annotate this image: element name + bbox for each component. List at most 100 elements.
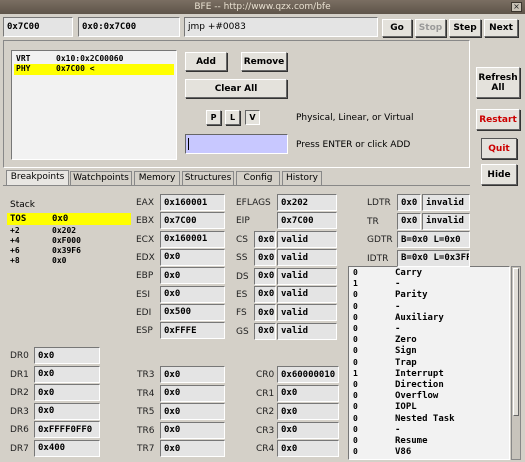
breakpoint-item-selected[interactable]: PHY 0x7C00 < (14, 64, 174, 75)
flag-bit: 0 (353, 436, 358, 445)
breakpoint-list[interactable]: VRT 0x10:0x2C00060 PHY 0x7C00 < (11, 50, 177, 160)
gpr-field-edi[interactable]: 0x500 (160, 303, 225, 321)
flag-row: 0 V86 (353, 447, 503, 458)
flags-list[interactable]: 0 Carry 1-0 Parity 0-0 Auxiliary 0-0 Zero 0 Sign 0… (348, 266, 510, 460)
hide-button[interactable]: Hide (481, 164, 517, 185)
mode-virtual-button[interactable]: V (245, 110, 260, 125)
flag-name: Interrupt (395, 368, 444, 379)
mode-physical-button[interactable]: P (206, 110, 221, 125)
seg-field-fs[interactable]: 0x0 (254, 304, 276, 322)
dr-field-dr1[interactable]: 0x0 (34, 365, 100, 383)
tab-memory[interactable]: Memory (134, 171, 180, 185)
dr-field-dr7[interactable]: 0x400 (34, 439, 100, 457)
tr-field-tr6[interactable]: 0x0 (160, 421, 225, 439)
tr-field-tr5[interactable]: 0x0 (160, 403, 225, 420)
dr-field-dr0[interactable]: 0x0 (34, 347, 100, 364)
gpr-field-edx[interactable]: 0x0 (160, 248, 225, 266)
breakpoint-address-input[interactable] (185, 134, 288, 154)
seg-field-ds[interactable]: 0x0 (254, 267, 276, 285)
stack-offset: TOS (10, 214, 27, 224)
window-titlebar[interactable]: BFE -- http://www.qzx.com/bfe (0, 0, 525, 14)
cr-label: CR2 (256, 407, 275, 417)
flag-row: 0 Auxiliary (353, 313, 503, 324)
tab-structures[interactable]: Structures (182, 171, 234, 185)
flag-row: 0 Resume (353, 436, 503, 447)
tr-field-tr7[interactable]: 0x0 (160, 440, 225, 457)
cr-field-cr1[interactable]: 0x0 (277, 384, 339, 402)
quit-button[interactable]: Quit (481, 138, 517, 159)
flag-name: - (395, 324, 401, 334)
sys-field-gdtr[interactable]: B=0x0 L=0x0 (397, 231, 470, 249)
tr-label: TR4 (137, 388, 155, 399)
seg-status: valid (277, 304, 337, 322)
stack-row: +8 0x0 (10, 256, 66, 265)
breakpoint-item[interactable]: VRT 0x10:0x2C00060 (16, 54, 174, 64)
gpr-label: EBX (136, 216, 155, 227)
restart-button[interactable]: Restart (476, 109, 520, 130)
flag-bit: 0 (353, 402, 358, 412)
next-button[interactable]: Next (484, 19, 518, 37)
flag-row: 0 Parity (353, 290, 503, 301)
eflags-label: EFLAGS (236, 198, 271, 208)
cr-field-cr4[interactable]: 0x0 (277, 440, 339, 457)
cr-field-cr0[interactable]: 0x60000010 (277, 366, 339, 383)
tab-divider (3, 185, 470, 186)
cr-field-cr2[interactable]: 0x0 (277, 403, 339, 420)
seg-field-es[interactable]: 0x0 (254, 285, 276, 303)
gpr-field-eax[interactable]: 0x160001 (160, 194, 225, 211)
mode-linear-button[interactable]: L (225, 110, 240, 125)
gpr-label: ESI (136, 289, 151, 300)
gpr-field-ecx[interactable]: 0x160001 (160, 230, 225, 248)
breakpoint-value: 0x7C00 < (56, 64, 95, 73)
eip-field[interactable]: 0x7C00 (277, 212, 337, 229)
tr-field-tr4[interactable]: 0x0 (160, 384, 225, 402)
seg-field-gs[interactable]: 0x0 (254, 322, 276, 340)
sys-field-idtr[interactable]: B=0x0 L=0x3FF (397, 249, 470, 267)
address-field[interactable]: 0x7C00 (3, 17, 73, 37)
dr-field-dr3[interactable]: 0x0 (34, 402, 100, 420)
flags-scrollbar[interactable] (511, 266, 521, 460)
flag-bit: 0 (353, 268, 358, 277)
eip-label: EIP (236, 216, 250, 226)
tab-breakpoints[interactable]: Breakpoints (6, 170, 69, 186)
refresh-all-button[interactable]: Refresh All (476, 67, 520, 98)
flag-name: Auxiliary (395, 312, 444, 323)
sys-field-tr[interactable]: 0x0 (397, 212, 421, 230)
gpr-label: EDI (136, 307, 152, 318)
gpr-label: EBP (136, 271, 154, 282)
sys-field-ldtr[interactable]: 0x0 (397, 194, 421, 211)
seg-field-ss[interactable]: 0x0 (254, 249, 276, 267)
flag-bit: 0 (353, 424, 358, 434)
gpr-field-esi[interactable]: 0x0 (160, 285, 225, 303)
tab-history[interactable]: History (282, 171, 322, 185)
flag-bit: 0 (353, 335, 358, 345)
segment-address-field[interactable]: 0x0:0x7C00 (78, 17, 180, 37)
scrollbar-thumb[interactable] (513, 268, 519, 416)
tab-watchpoints[interactable]: Watchpoints (70, 171, 132, 185)
gpr-field-ebx[interactable]: 0x7C00 (160, 212, 225, 230)
tr-field-tr3[interactable]: 0x0 (160, 366, 225, 383)
gpr-field-esp[interactable]: 0xFFFE (160, 322, 225, 340)
remove-button[interactable]: Remove (241, 52, 287, 71)
cr-field-cr3[interactable]: 0x0 (277, 421, 339, 439)
flag-name: Overflow (395, 391, 439, 402)
stack-row: +4 0xF000 (10, 236, 81, 245)
dr-field-dr6[interactable]: 0xFFFF0FF0 (34, 421, 100, 438)
flag-name: Resume (395, 436, 428, 446)
seg-status: valid (277, 285, 337, 303)
clear-all-button[interactable]: Clear All (185, 79, 287, 98)
stop-button[interactable]: Stop (415, 19, 446, 37)
eflags-field[interactable]: 0x202 (277, 194, 337, 211)
tr-label: TR3 (137, 370, 155, 380)
dr-field-dr2[interactable]: 0x0 (34, 384, 100, 401)
step-button[interactable]: Step (449, 19, 481, 37)
tab-config[interactable]: Config (236, 171, 280, 185)
gpr-field-ebp[interactable]: 0x0 (160, 267, 225, 285)
tr-label: TR6 (137, 425, 155, 436)
tr-label: TR5 (137, 407, 155, 417)
go-button[interactable]: Go (382, 19, 412, 37)
add-button[interactable]: Add (185, 52, 227, 71)
seg-field-cs[interactable]: 0x0 (254, 231, 276, 248)
flag-name: Zero (395, 335, 417, 346)
close-icon[interactable]: × (511, 2, 522, 12)
